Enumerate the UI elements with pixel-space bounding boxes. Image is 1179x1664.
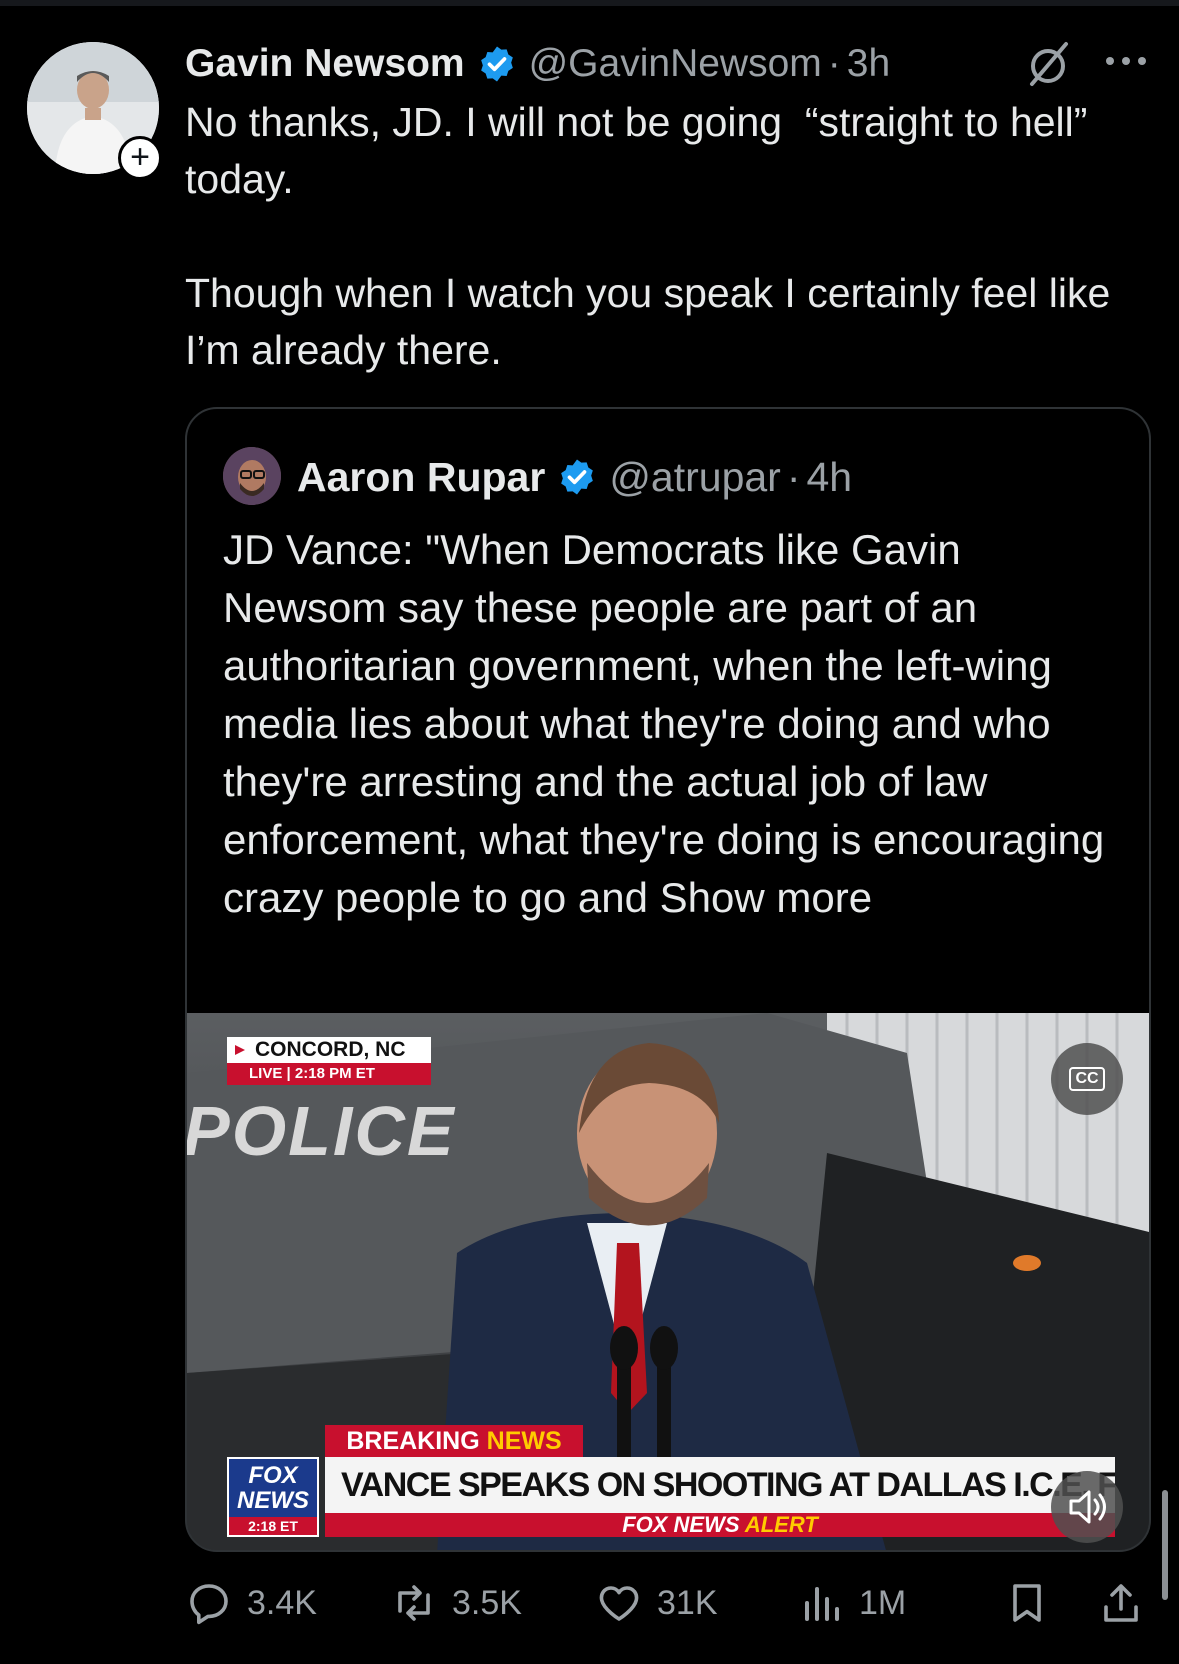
show-more-link[interactable]: Show more — [660, 874, 872, 921]
fox-news-logo: FOX NEWS 2:18 ET — [227, 1457, 319, 1537]
live-time: 2:18 PM ET — [294, 1065, 375, 1082]
repost-count: 3.5K — [452, 1583, 522, 1622]
view-count: 1M — [859, 1583, 907, 1622]
quoted-verified-badge-icon — [561, 459, 594, 495]
quoted-post-time: 4h — [806, 453, 853, 500]
top-divider — [0, 0, 1179, 6]
post-time[interactable]: 3h — [847, 42, 890, 86]
logo-time: 2:18 ET — [229, 1517, 317, 1535]
bookmark-icon — [1013, 1584, 1041, 1622]
alert-prefix: FOX NEWS — [622, 1512, 740, 1537]
separator-dot: · — [827, 42, 841, 85]
repost-button[interactable]: 3.5K — [390, 1570, 522, 1636]
mute-button[interactable] — [1051, 1471, 1123, 1543]
scrollbar[interactable] — [1162, 1490, 1168, 1600]
author-name[interactable]: Gavin Newsom — [185, 42, 465, 86]
verified-badge-icon — [480, 46, 513, 82]
quoted-avatar-photo — [223, 447, 281, 505]
quoted-tweet-text: JD Vance: "When Democrats like Gavin New… — [223, 521, 1123, 927]
live-text: LIVE — [249, 1065, 283, 1082]
bookmark-button[interactable] — [1003, 1570, 1065, 1636]
quoted-text-body: JD Vance: "When Democrats like Gavin New… — [223, 526, 1105, 921]
author-handle[interactable]: @GavinNewsom — [529, 42, 822, 86]
location-bug: CONCORD, NC LIVE | 2:18 PM ET — [227, 1037, 431, 1085]
quoted-tweet-header: Aaron Rupar @atrupar · 4h — [297, 447, 852, 507]
grok-icon[interactable] — [1022, 38, 1074, 90]
like-button[interactable]: 31K — [595, 1570, 718, 1636]
views-button[interactable]: 1M — [797, 1570, 906, 1636]
reply-count: 3.4K — [247, 1583, 317, 1622]
breaking-news-tag: BREAKING NEWS — [325, 1425, 583, 1457]
breaking-suffix: NEWS — [486, 1427, 562, 1455]
tweet-text: No thanks, JD. I will not be going “stra… — [185, 99, 1111, 373]
like-count: 31K — [657, 1583, 718, 1622]
cc-icon: CC — [1069, 1067, 1105, 1091]
location-label: CONCORD, NC — [227, 1037, 431, 1063]
heart-icon — [599, 1586, 639, 1621]
police-vehicle-text: POLICE — [187, 1092, 456, 1170]
logo-line1: FOX — [248, 1462, 298, 1489]
logo-line2: NEWS — [237, 1487, 309, 1514]
captions-button[interactable]: CC — [1051, 1043, 1123, 1115]
analytics-icon — [805, 1587, 839, 1621]
news-headline: VANCE SPEAKS ON SHOOTING AT DALLAS I.C.E… — [325, 1457, 1115, 1513]
tweet-header: Gavin Newsom @GavinNewsom · 3h — [185, 36, 890, 92]
quoted-author-handle[interactable]: @atrupar — [609, 454, 781, 501]
quoted-author-avatar[interactable] — [223, 447, 281, 505]
more-icon[interactable] — [1100, 46, 1152, 76]
live-label: LIVE | 2:18 PM ET — [227, 1063, 431, 1085]
tweet-actions: 3.4K 3.5K 31K 1M — [185, 1570, 1165, 1636]
breaking-prefix: BREAKING — [346, 1427, 480, 1455]
alert-suffix: ALERT — [744, 1512, 818, 1537]
video-player[interactable]: POLICE CONCORD, NC LIVE | 2:18 PM ET CC … — [187, 1013, 1149, 1550]
follow-button[interactable]: + — [118, 136, 162, 180]
reply-button[interactable]: 3.4K — [185, 1570, 317, 1636]
quoted-separator-dot: · — [786, 453, 801, 500]
speaker-muted-icon — [1069, 1490, 1106, 1524]
share-button[interactable] — [1097, 1570, 1159, 1636]
quoted-tweet[interactable]: Aaron Rupar @atrupar · 4h JD Vance: "Whe… — [185, 407, 1151, 1552]
repost-icon — [398, 1585, 430, 1621]
quoted-author-name[interactable]: Aaron Rupar — [297, 454, 545, 501]
reply-icon — [190, 1584, 228, 1625]
alert-banner: FOX NEWS ALERT — [325, 1513, 1115, 1537]
share-icon — [1104, 1584, 1138, 1622]
